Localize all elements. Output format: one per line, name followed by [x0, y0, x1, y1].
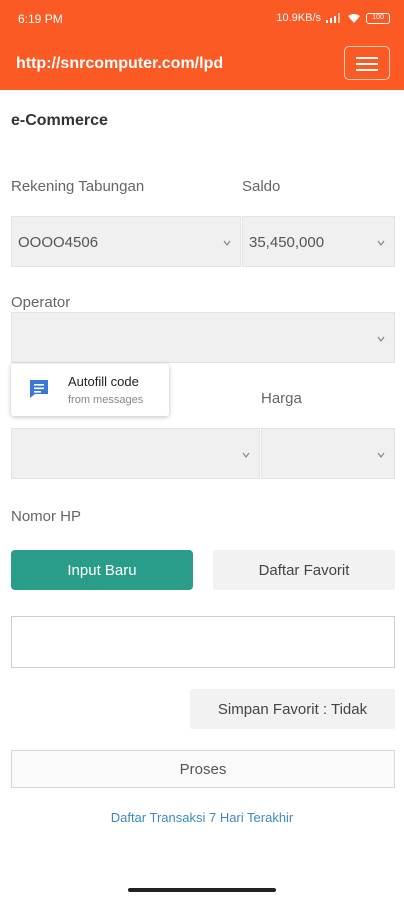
app-bar: http://snrcomputer.com/lpd: [0, 38, 404, 90]
network-speed: 10.9KB/s: [276, 12, 321, 24]
home-indicator[interactable]: [128, 888, 276, 892]
produk-select[interactable]: [11, 428, 260, 479]
chevron-down-icon: [377, 452, 385, 458]
battery-level: 100: [372, 13, 384, 21]
rekening-select[interactable]: OOOO4506: [11, 216, 241, 267]
chevron-down-icon: [223, 240, 231, 246]
page-title: e-Commerce: [11, 112, 108, 129]
saldo-select[interactable]: 35,450,000: [242, 216, 395, 267]
harga-select[interactable]: [261, 428, 395, 479]
chevron-down-icon: [377, 336, 385, 342]
chevron-down-icon: [242, 452, 250, 458]
proses-button[interactable]: Proses: [11, 750, 395, 788]
status-right: 10.9KB/s 100: [276, 12, 390, 24]
hamburger-icon: [356, 57, 378, 59]
battery-icon: 100: [366, 12, 390, 24]
input-baru-button[interactable]: Input Baru: [11, 550, 193, 590]
signal-icon: [326, 13, 340, 23]
daftar-transaksi-link[interactable]: Daftar Transaksi 7 Hari Terakhir: [0, 810, 404, 825]
autofill-subtitle: from messages: [68, 394, 144, 406]
harga-label: Harga: [261, 390, 302, 407]
daftar-favorit-button[interactable]: Daftar Favorit: [213, 550, 395, 590]
nomor-hp-label: Nomor HP: [11, 508, 82, 525]
saldo-value: 35,450,000: [249, 234, 325, 251]
operator-label: Operator: [11, 294, 71, 311]
operator-select[interactable]: [11, 312, 395, 363]
rekening-label: Rekening Tabungan: [11, 178, 145, 195]
saldo-label: Saldo: [242, 178, 281, 195]
hamburger-menu-button[interactable]: [344, 46, 390, 80]
rekening-value: OOOO4506: [18, 234, 99, 251]
status-bar: 6:19 PM 10.9KB/s 100: [0, 0, 404, 38]
status-time: 6:19 PM: [18, 12, 63, 26]
site-url: http://snrcomputer.com/lpd: [16, 55, 224, 72]
wifi-icon: [348, 13, 360, 23]
nomor-hp-input[interactable]: [11, 616, 395, 668]
simpan-favorit-button[interactable]: Simpan Favorit : Tidak: [190, 689, 395, 729]
autofill-title: Autofill code: [68, 374, 139, 389]
autofill-code-popup[interactable]: Autofill code from messages: [11, 364, 169, 416]
message-icon: [30, 380, 48, 398]
chevron-down-icon: [377, 240, 385, 246]
